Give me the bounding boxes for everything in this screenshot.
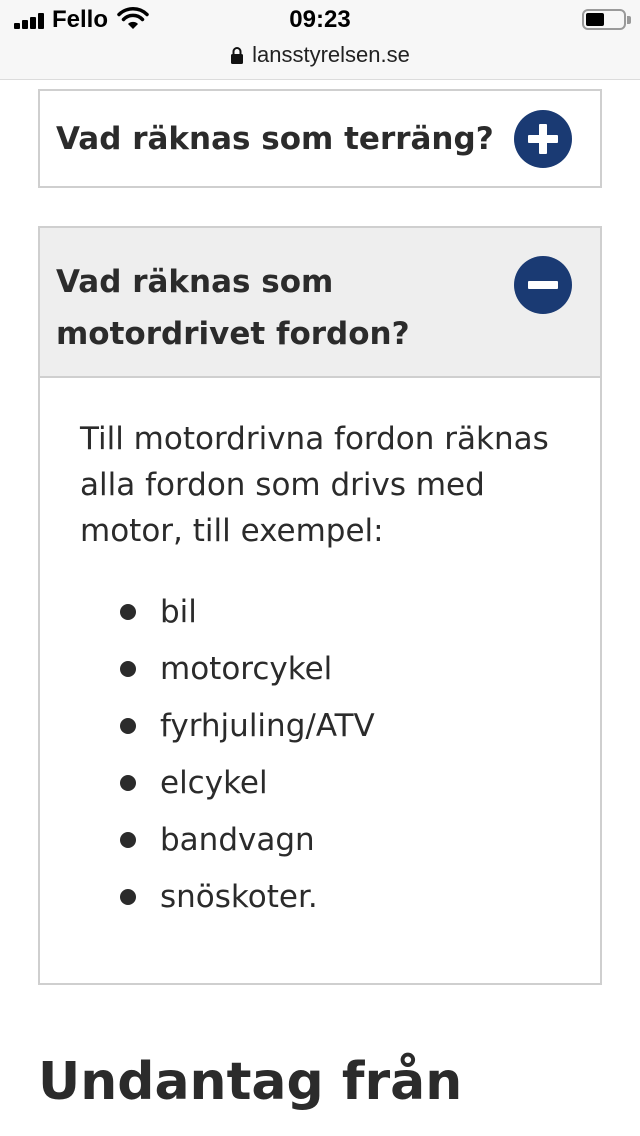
bullet-icon (120, 661, 136, 677)
list-item-label: fyrhjuling/ATV (160, 708, 375, 744)
section-heading: Undantag från (38, 1052, 463, 1112)
battery-icon (582, 9, 631, 30)
list-item-label: snöskoter. (160, 879, 318, 915)
address-bar[interactable]: lansstyrelsen.se (0, 40, 640, 70)
list-item-label: motorcykel (160, 651, 333, 687)
accordion-header[interactable]: Vad räknas som motordrivet fordon? (40, 228, 600, 378)
list-item: snöskoter. (80, 869, 560, 926)
lock-icon (231, 47, 244, 64)
accordion-body: Till motordrivna fordon räknas alla ford… (40, 378, 600, 926)
accordion-header[interactable]: Vad räknas som terräng? (40, 91, 600, 186)
list-item: motorcykel (80, 641, 560, 698)
vehicle-list: bil motorcykel fyrhjuling/ATV elcykel ba… (80, 584, 560, 926)
bullet-icon (120, 775, 136, 791)
status-bar: Fello 09:23 lansstyrelsen.se (0, 0, 640, 80)
bullet-icon (120, 604, 136, 620)
accordion-body-text: Till motordrivna fordon räknas alla ford… (80, 421, 549, 549)
accordion-terrain: Vad räknas som terräng? (38, 89, 602, 188)
list-item-label: bil (160, 594, 197, 630)
accordion-title: Vad räknas som motordrivet fordon? (56, 264, 410, 352)
accordion-motor-vehicle: Vad räknas som motordrivet fordon? Till … (38, 226, 602, 985)
clock: 09:23 (289, 6, 351, 33)
bullet-icon (120, 718, 136, 734)
bullet-icon (120, 832, 136, 848)
list-item: bil (80, 584, 560, 641)
bullet-icon (120, 889, 136, 905)
list-item: elcykel (80, 755, 560, 812)
list-item-label: bandvagn (160, 822, 315, 858)
list-item: fyrhjuling/ATV (80, 698, 560, 755)
list-item: bandvagn (80, 812, 560, 869)
accordion-title: Vad räknas som terräng? (56, 120, 494, 157)
url-text: lansstyrelsen.se (252, 42, 410, 67)
plus-icon[interactable] (514, 109, 572, 168)
list-item-label: elcykel (160, 765, 268, 801)
minus-icon[interactable] (514, 256, 572, 314)
